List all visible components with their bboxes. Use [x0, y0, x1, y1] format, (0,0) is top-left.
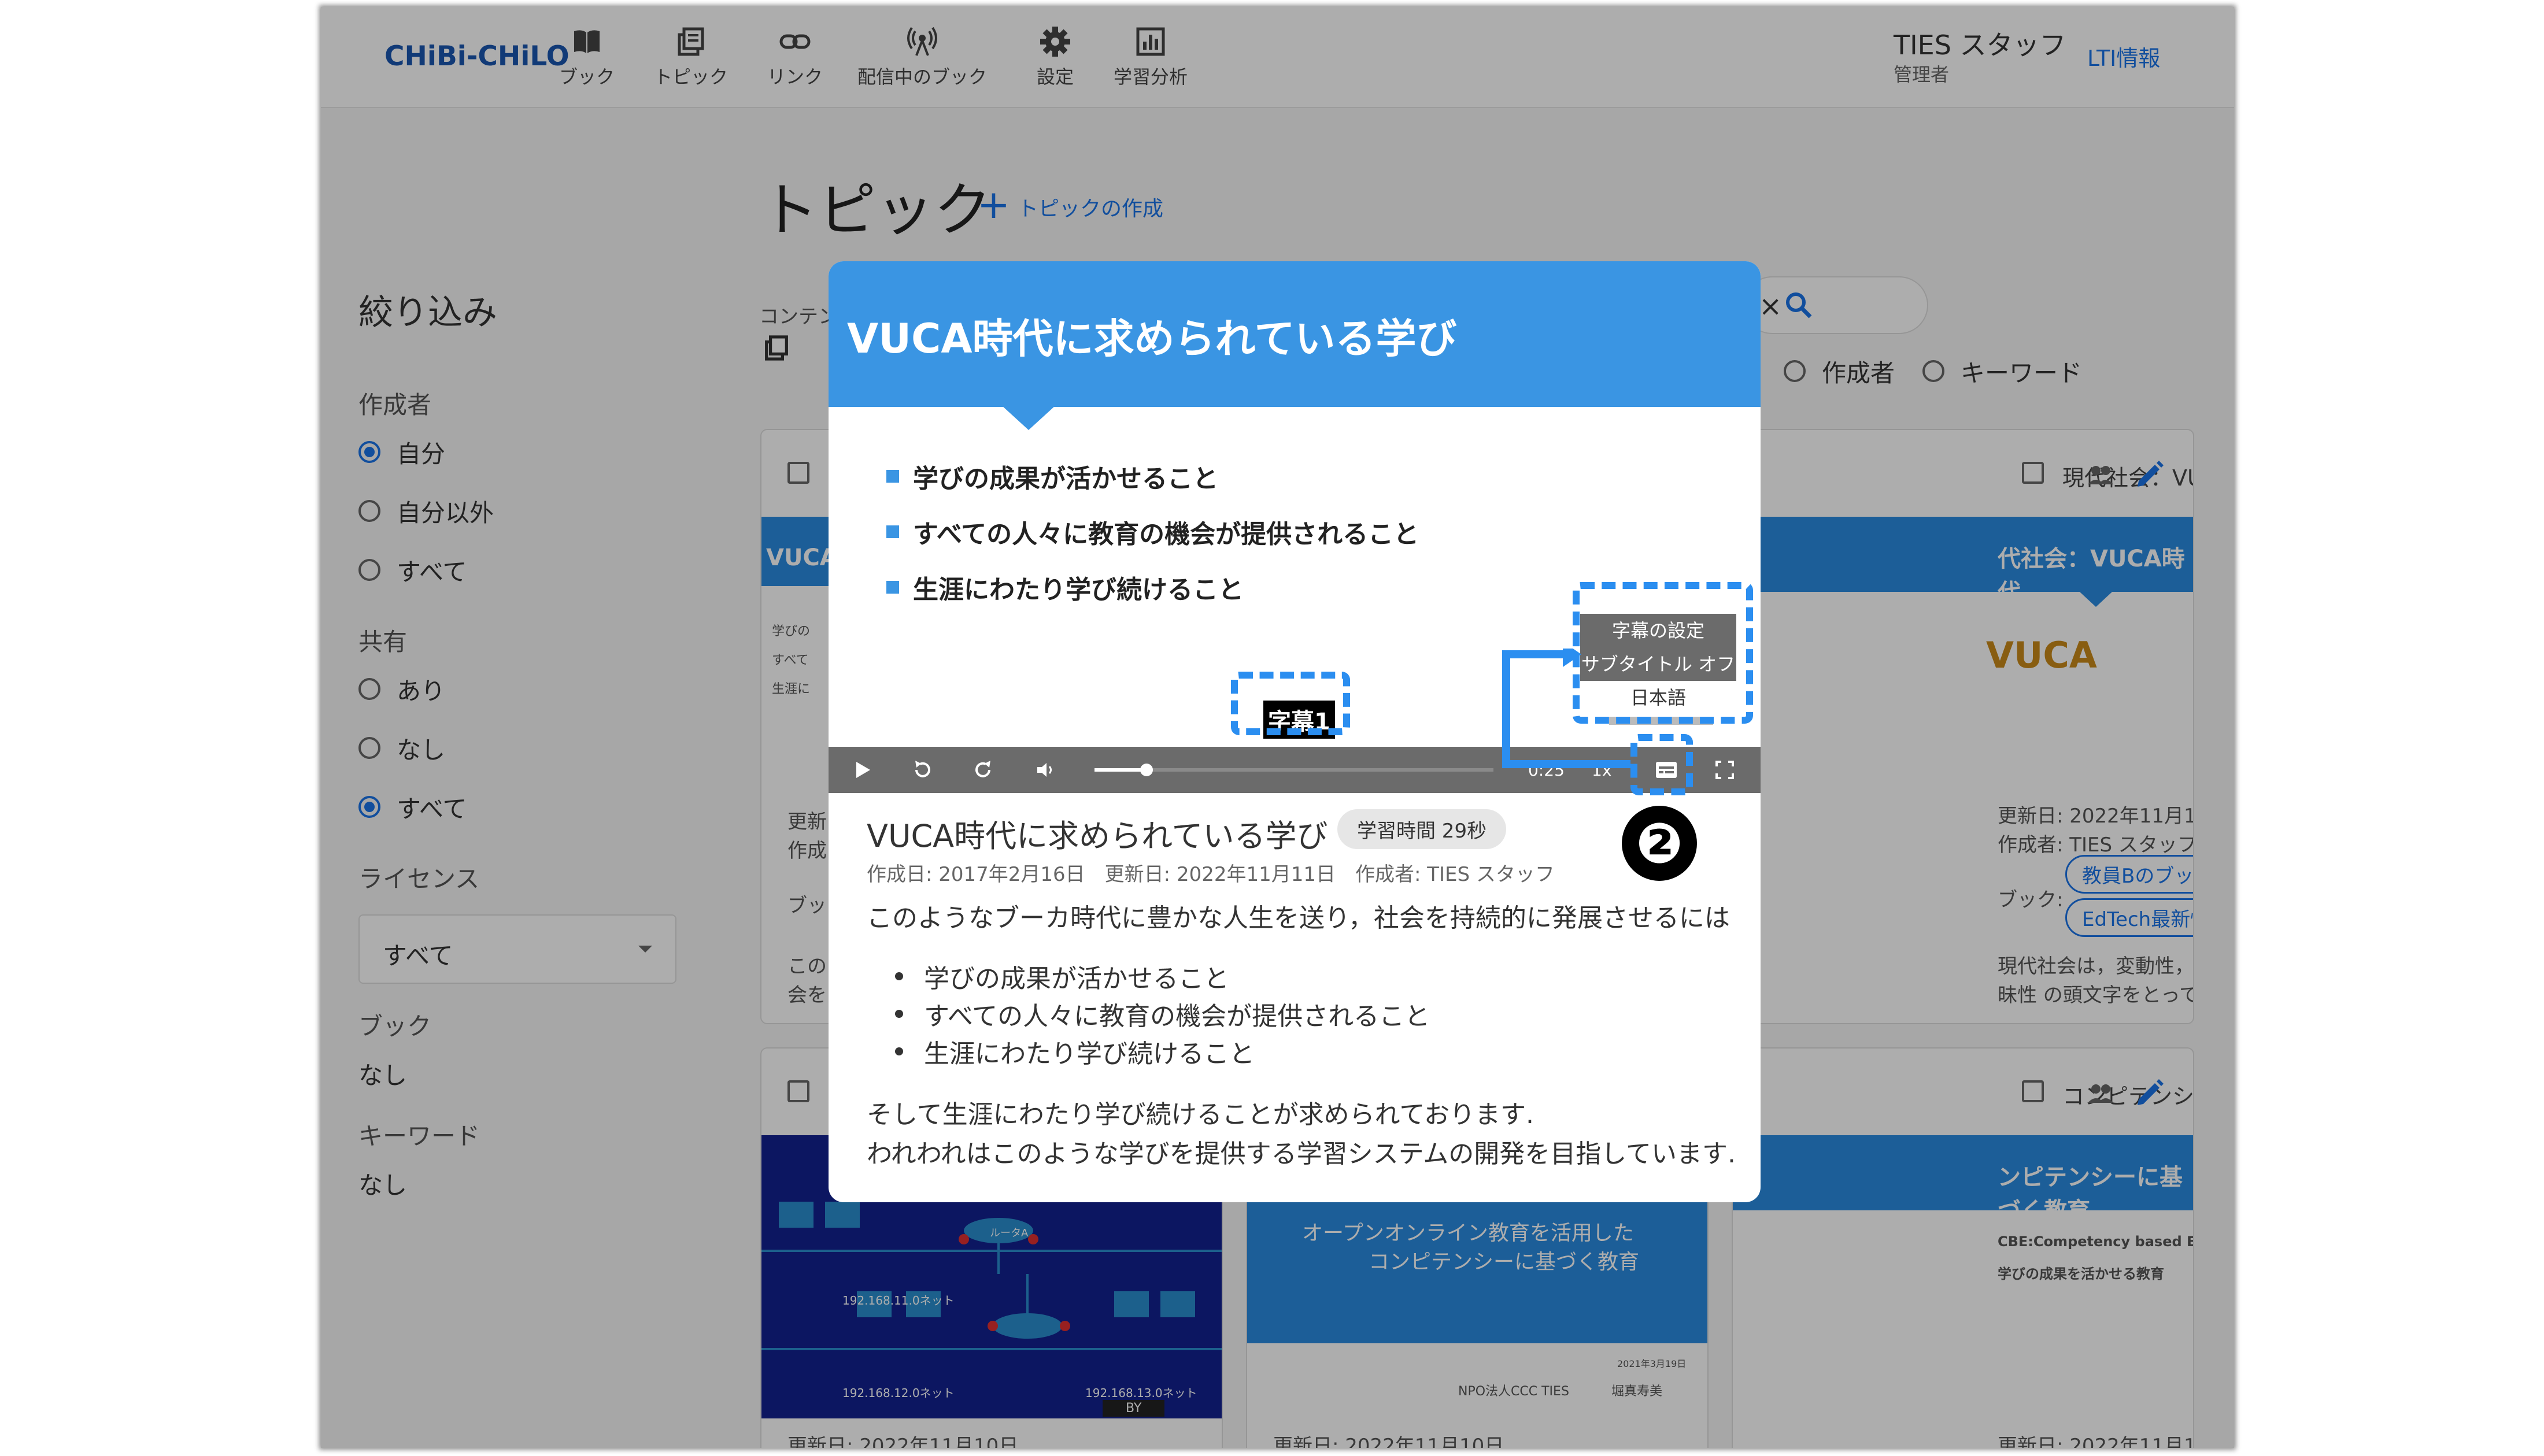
rewind-icon[interactable]	[911, 758, 934, 781]
play-icon[interactable]	[852, 760, 872, 780]
slide-title: VUCA時代に求められている学び	[847, 315, 1457, 362]
slide-banner-notch	[1002, 406, 1055, 430]
slide-bullet: 学びの成果が活かせること	[886, 458, 1218, 495]
description-outro: われわれはこのような学びを提供する学習システムの開発を目指しています.	[867, 1139, 1736, 1169]
forward-icon[interactable]	[972, 758, 995, 781]
progress-track[interactable]	[1094, 768, 1493, 772]
description-list-item: 学びの成果が活かせること	[895, 958, 1229, 995]
volume-icon[interactable]	[1034, 758, 1057, 781]
slide-bullet: すべての人々に教育の機会が提供されること	[886, 513, 1419, 550]
step-number-badge: ❷	[1622, 806, 1697, 881]
annotation-caption-highlight	[1231, 672, 1350, 735]
description-list-item: すべての人々に教育の機会が提供されること	[895, 995, 1430, 1032]
slide-bullet: 生涯にわたり学び続けること	[886, 569, 1244, 606]
progress-handle[interactable]	[1140, 764, 1153, 776]
description-outro: そして生涯にわたり学び続けることが求められております.	[867, 1100, 1534, 1129]
video-title: VUCA時代に求められている学び	[867, 818, 1328, 854]
video-meta: 作成日: 2017年2月16日 更新日: 2022年11月11日 作成者: TI…	[867, 863, 1555, 886]
annotation-subtitle-button-highlight	[1630, 734, 1693, 795]
progress-fill	[1094, 768, 1147, 772]
duration-badge: 学習時間 29秒	[1337, 809, 1507, 849]
description-list-item: 生涯にわたり学び続けること	[895, 1033, 1255, 1070]
fullscreen-icon[interactable]	[1713, 758, 1736, 781]
annotation-arrow	[1500, 649, 1639, 781]
description-intro: このようなブーカ時代に豊かな人生を送り，社会を持続的に発展させるには	[867, 903, 1730, 933]
screenshot-frame: CHiBi-CHiLO ブック トピック リンク 配信中のブック 設定 学習分析…	[321, 7, 2234, 1448]
